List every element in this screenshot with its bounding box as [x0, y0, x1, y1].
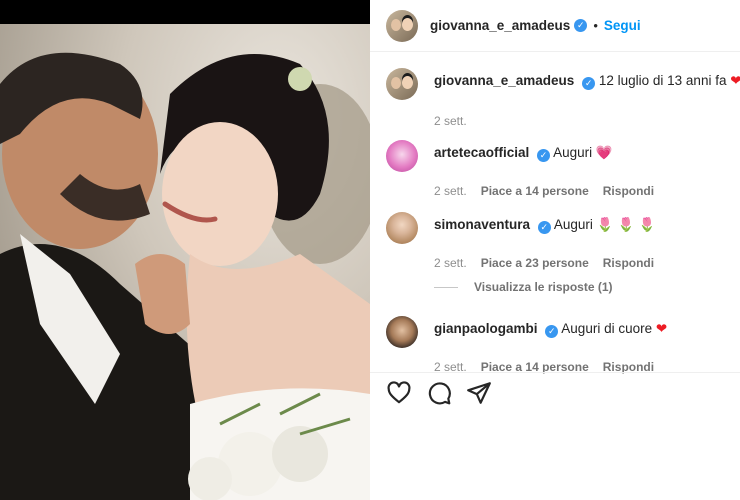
- caption: giovanna_e_amadeus ✓ 12 luglio di 13 ann…: [386, 68, 740, 128]
- comment-item: gianpaologambi ✓ Auguri di cuore ❤ 2 set…: [386, 316, 740, 374]
- verified-badge-icon: ✓: [537, 149, 551, 162]
- caption-username[interactable]: giovanna_e_amadeus: [434, 73, 574, 88]
- photo-illustration: [0, 52, 370, 500]
- post-header: giovanna_e_amadeus ✓ • Segui: [370, 0, 740, 52]
- caption-text: giovanna_e_amadeus ✓ 12 luglio di 13 ann…: [434, 68, 740, 90]
- comment-username[interactable]: gianpaologambi: [434, 321, 538, 336]
- comment-meta: 2 sett. Piace a 23 persone Rispondi: [434, 256, 740, 270]
- comment-username[interactable]: simonaventura: [434, 217, 530, 232]
- avatar[interactable]: [386, 212, 418, 244]
- replies-line: [434, 286, 458, 288]
- paper-plane-icon[interactable]: [466, 380, 492, 406]
- heart-outline-icon[interactable]: [386, 380, 412, 406]
- separator-dot: •: [593, 18, 598, 33]
- comment-item: simonaventura ✓ Auguri 🌷 🌷 🌷 2 sett. Pia…: [386, 212, 740, 270]
- verified-badge-icon: ✓: [545, 325, 559, 338]
- avatar[interactable]: [386, 140, 418, 172]
- avatar[interactable]: [386, 316, 418, 348]
- header-username[interactable]: giovanna_e_amadeus: [430, 18, 570, 33]
- speech-bubble-icon[interactable]: [426, 380, 452, 406]
- heart-emoji-icon: ❤: [730, 73, 740, 88]
- comment-body: Auguri: [553, 145, 593, 160]
- comment-time: 2 sett.: [434, 184, 467, 198]
- caption-meta: 2 sett.: [434, 114, 740, 128]
- comment-text: artetecaofficial ✓ Auguri 💗: [434, 140, 613, 162]
- comment-body: Auguri di cuore: [561, 321, 653, 336]
- reply-button[interactable]: Rispondi: [603, 184, 654, 198]
- verified-badge-icon: ✓: [537, 221, 551, 234]
- comment-text: gianpaologambi ✓ Auguri di cuore ❤: [434, 316, 667, 338]
- verified-badge-icon: ✓: [582, 77, 596, 90]
- action-bar: [386, 380, 492, 406]
- caption-time: 2 sett.: [434, 114, 467, 128]
- avatar[interactable]: [386, 9, 418, 42]
- tulip-emoji-icon: 🌷 🌷 🌷: [596, 217, 656, 233]
- comment-likes[interactable]: Piace a 23 persone: [481, 256, 589, 270]
- actions-divider: [370, 372, 740, 373]
- reply-button[interactable]: Rispondi: [603, 256, 654, 270]
- view-replies-label: Visualizza le risposte (1): [474, 280, 613, 294]
- avatar[interactable]: [386, 68, 418, 100]
- comment-username[interactable]: artetecaofficial: [434, 145, 529, 160]
- comment-likes[interactable]: Piace a 14 persone: [481, 184, 589, 198]
- post-sidebar: giovanna_e_amadeus ✓ • Segui giovanna_e_…: [370, 0, 740, 500]
- post-media[interactable]: [0, 0, 370, 500]
- comment-time: 2 sett.: [434, 256, 467, 270]
- verified-badge-icon: ✓: [574, 19, 588, 32]
- pink-heart-emoji-icon: 💗: [595, 145, 613, 161]
- view-replies-button[interactable]: Visualizza le risposte (1): [434, 280, 613, 294]
- comment-body: Auguri: [553, 217, 593, 232]
- comment-item: artetecaofficial ✓ Auguri 💗 2 sett. Piac…: [386, 140, 740, 198]
- comment-text: simonaventura ✓ Auguri 🌷 🌷 🌷: [434, 212, 656, 234]
- heart-emoji-icon: ❤: [655, 321, 668, 336]
- comment-meta: 2 sett. Piace a 14 persone Rispondi: [434, 184, 740, 198]
- follow-button[interactable]: Segui: [604, 18, 641, 33]
- caption-body: 12 luglio di 13 anni fa: [598, 73, 727, 88]
- wedding-photo: [0, 24, 370, 500]
